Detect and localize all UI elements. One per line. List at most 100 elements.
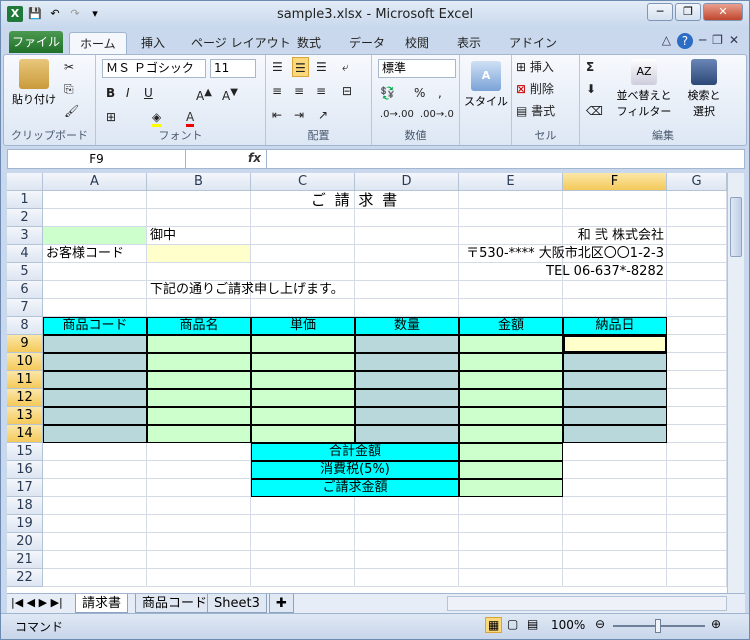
table-cell[interactable] xyxy=(355,425,459,443)
page-break-view-icon[interactable]: ▤ xyxy=(527,617,538,631)
table-cell[interactable] xyxy=(563,389,667,407)
cell[interactable] xyxy=(251,227,355,245)
increase-indent-icon[interactable]: ⇥ xyxy=(294,105,304,125)
cell[interactable] xyxy=(563,461,667,479)
column-header-d[interactable]: D xyxy=(355,173,459,191)
cell[interactable] xyxy=(667,209,727,227)
cell[interactable] xyxy=(667,407,727,425)
table-cell[interactable] xyxy=(147,425,251,443)
help-icon[interactable]: ? xyxy=(676,33,693,49)
bold-button[interactable]: B xyxy=(106,83,115,103)
cell[interactable] xyxy=(43,299,147,317)
cell[interactable] xyxy=(563,533,667,551)
table-cell[interactable] xyxy=(459,425,563,443)
row-header-10[interactable]: 10 xyxy=(7,353,43,371)
sort-filter-button[interactable]: AZ 並べ替えと フィルター xyxy=(614,59,674,119)
cell[interactable] xyxy=(147,209,251,227)
select-all-corner[interactable] xyxy=(7,173,43,191)
shrink-font-icon[interactable]: A▼ xyxy=(222,83,238,103)
cell[interactable] xyxy=(459,569,563,587)
align-right-icon[interactable]: ≡ xyxy=(316,81,326,101)
row-header-4[interactable]: 4 xyxy=(7,245,43,263)
number-format-select[interactable]: 標準 xyxy=(378,59,456,78)
cell[interactable] xyxy=(251,533,355,551)
workbook-minimize-icon[interactable]: ─ xyxy=(699,33,706,49)
cell[interactable] xyxy=(147,263,251,281)
row-header-12[interactable]: 12 xyxy=(7,389,43,407)
underline-button[interactable]: U xyxy=(144,83,153,103)
cell[interactable] xyxy=(459,191,563,209)
insert-cells-button[interactable]: ⊞ 挿入 xyxy=(516,57,554,77)
cell[interactable] xyxy=(251,515,355,533)
cell[interactable] xyxy=(251,209,355,227)
column-header-g[interactable]: G xyxy=(667,173,727,191)
format-painter-icon[interactable]: 🖌 xyxy=(64,101,79,121)
cell[interactable] xyxy=(563,497,667,515)
row-header-3[interactable]: 3 xyxy=(7,227,43,245)
comma-button[interactable]: , xyxy=(438,83,442,103)
table-cell[interactable] xyxy=(147,389,251,407)
cell[interactable] xyxy=(667,227,727,245)
close-button[interactable]: ✕ xyxy=(703,3,743,21)
table-cell[interactable] xyxy=(147,371,251,389)
cell[interactable] xyxy=(667,479,727,497)
cell[interactable] xyxy=(563,281,667,299)
fill-color-icon[interactable]: ◈ xyxy=(152,107,162,127)
cell[interactable] xyxy=(667,443,727,461)
table-cell[interactable] xyxy=(563,425,667,443)
restore-button[interactable]: ❐ xyxy=(675,3,701,21)
scroll-thumb[interactable] xyxy=(730,197,742,257)
cell[interactable] xyxy=(667,299,727,317)
italic-button[interactable]: I xyxy=(126,83,130,103)
table-cell[interactable] xyxy=(355,353,459,371)
cell[interactable] xyxy=(459,551,563,569)
align-top-icon[interactable]: ☰ xyxy=(272,57,283,77)
insert-sheet-icon[interactable]: ✚ xyxy=(269,594,294,613)
insert-function-icon[interactable]: fx xyxy=(248,151,261,165)
cell[interactable] xyxy=(251,497,355,515)
table-cell[interactable] xyxy=(251,335,355,353)
cell[interactable] xyxy=(43,533,147,551)
table-cell[interactable] xyxy=(251,389,355,407)
zoom-slider-thumb[interactable] xyxy=(655,619,661,633)
styles-button[interactable]: A スタイル xyxy=(462,61,510,109)
cell[interactable] xyxy=(147,551,251,569)
align-center-icon[interactable]: ≡ xyxy=(294,81,304,101)
copy-icon[interactable]: ⎘ xyxy=(64,79,74,99)
cell[interactable] xyxy=(667,317,727,335)
cell[interactable] xyxy=(147,497,251,515)
cell[interactable] xyxy=(563,299,667,317)
cell[interactable] xyxy=(667,515,727,533)
cell[interactable] xyxy=(251,263,355,281)
horizontal-scrollbar[interactable] xyxy=(447,596,727,611)
vertical-scrollbar[interactable] xyxy=(727,173,744,593)
table-cell[interactable] xyxy=(355,407,459,425)
minimize-ribbon-icon[interactable]: △ xyxy=(662,33,671,49)
cell[interactable] xyxy=(563,209,667,227)
row-header-22[interactable]: 22 xyxy=(7,569,43,587)
cell[interactable] xyxy=(459,497,563,515)
cell[interactable] xyxy=(355,497,459,515)
cell[interactable] xyxy=(43,443,147,461)
row-header-1[interactable]: 1 xyxy=(7,191,43,209)
table-cell[interactable] xyxy=(251,371,355,389)
row-header-20[interactable]: 20 xyxy=(7,533,43,551)
orientation-icon[interactable]: ↗ xyxy=(318,105,328,125)
cut-icon[interactable]: ✂ xyxy=(64,57,74,77)
grow-font-icon[interactable]: A▲ xyxy=(196,83,212,103)
tab-view[interactable]: 表示 xyxy=(457,32,481,54)
font-size-select[interactable]: 11 xyxy=(210,59,256,78)
cell[interactable] xyxy=(667,551,727,569)
cell[interactable] xyxy=(147,479,251,497)
wrap-text-icon[interactable]: ⤶ xyxy=(342,57,349,77)
zoom-in-button[interactable]: ⊕ xyxy=(711,617,721,631)
table-cell[interactable] xyxy=(251,353,355,371)
borders-icon[interactable]: ⊞ xyxy=(106,107,116,127)
cell[interactable] xyxy=(563,191,667,209)
cell[interactable] xyxy=(355,209,459,227)
tab-addins[interactable]: アドイン xyxy=(509,32,557,54)
cell[interactable] xyxy=(43,263,147,281)
zoom-level[interactable]: 100% xyxy=(551,618,585,632)
formula-input[interactable] xyxy=(266,150,744,168)
active-cell-f9[interactable] xyxy=(563,335,667,353)
